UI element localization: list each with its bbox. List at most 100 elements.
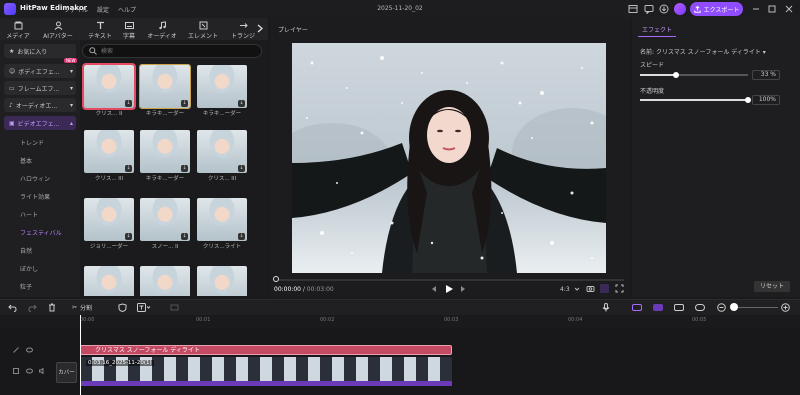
speed-slider-handle[interactable] (672, 72, 679, 78)
ruler-tick: 00:01 (196, 317, 211, 323)
effect-thumbnail[interactable] (197, 266, 247, 296)
microphone-icon[interactable] (602, 303, 610, 312)
download-icon[interactable]: ↓ (181, 233, 188, 240)
next-frame-icon[interactable] (459, 285, 467, 293)
menu-file[interactable]: ファイル (64, 5, 88, 14)
zoom-slider-handle[interactable] (730, 303, 738, 311)
zoom-out-icon[interactable] (717, 303, 726, 312)
effect-thumbnail[interactable] (140, 266, 190, 296)
fullscreen-icon[interactable] (615, 284, 624, 293)
tab-media[interactable]: メディア (2, 18, 34, 40)
download-icon[interactable]: ↓ (238, 233, 245, 240)
effect-thumbnail[interactable]: ↓ キラキ...ーダー (140, 130, 190, 182)
download-icon[interactable]: ↓ (238, 165, 245, 172)
ratio-chevron-icon[interactable] (574, 286, 580, 292)
effect-label: スノー... II (151, 244, 179, 250)
menu-settings[interactable]: 設定 (97, 5, 109, 14)
zoom-slider[interactable] (738, 307, 778, 308)
minimize-icon[interactable] (751, 4, 761, 14)
effect-thumbnail[interactable]: ↓ クリス... III (84, 130, 134, 182)
category-body-effect[interactable]: ☺ ボディエフェ... ▾ (4, 64, 76, 78)
user-avatar[interactable] (674, 3, 686, 15)
reset-button[interactable]: リセット (754, 281, 790, 292)
download-icon[interactable]: ↓ (125, 233, 132, 240)
tab-media-label: メディア (6, 33, 30, 40)
playback-progress[interactable] (274, 279, 624, 281)
export-button[interactable]: エクスポート (690, 2, 743, 16)
tab-transition[interactable]: トランジ (226, 18, 260, 40)
tab-element[interactable]: エレメント (184, 18, 222, 40)
mute-icon[interactable] (39, 368, 45, 374)
cover-button[interactable]: カバー (56, 362, 77, 383)
text-template-icon[interactable] (137, 303, 151, 312)
subcategory-particle[interactable]: 粒子 (20, 282, 32, 291)
subcategory-heart[interactable]: ハート (20, 210, 38, 219)
undo-icon[interactable] (8, 304, 17, 312)
category-video-effect[interactable]: ▣ ビデオエフェ... ▴ (4, 116, 76, 130)
eye-icon[interactable] (26, 368, 33, 374)
video-preview[interactable] (292, 43, 606, 273)
timeline-playhead[interactable] (80, 315, 81, 395)
snap-toggle[interactable] (632, 304, 642, 311)
redo-icon[interactable] (28, 304, 37, 312)
eye-icon[interactable] (26, 347, 33, 353)
maximize-icon[interactable] (767, 4, 777, 14)
effect-thumbnail[interactable]: ↓ クリス...ライト (197, 198, 247, 250)
split-button[interactable]: ✂ 分割 (72, 303, 92, 312)
effect-thumbnail[interactable]: ↓ クリス... II (82, 63, 136, 117)
effect-thumbnail[interactable]: ↓ ジョリ...ーダー (84, 198, 134, 250)
close-icon[interactable] (784, 4, 794, 14)
delete-icon[interactable] (48, 303, 56, 312)
playback-handle[interactable] (273, 276, 279, 282)
download-icon[interactable]: ↓ (181, 165, 188, 172)
crop-icon[interactable] (170, 303, 179, 312)
snapshot-icon[interactable] (586, 284, 595, 293)
subcategory-halloween[interactable]: ハロウィン (20, 174, 50, 183)
effect-thumbnail[interactable]: ↓ スノー... II (140, 198, 190, 250)
link-toggle[interactable] (653, 304, 663, 311)
tab-audio[interactable]: オーディオ (144, 18, 180, 40)
magnet-toggle[interactable] (674, 304, 684, 311)
opacity-slider-handle[interactable] (745, 97, 751, 103)
speed-slider[interactable] (640, 72, 748, 78)
opacity-slider[interactable] (640, 97, 751, 103)
previous-frame-icon[interactable] (430, 285, 438, 293)
layout-icon[interactable] (628, 4, 638, 14)
tab-subtitle[interactable]: 字幕 (114, 18, 144, 40)
effect-thumbnail[interactable]: ↓ キラキ...ーダー (197, 65, 247, 117)
category-favorites[interactable]: ★ お気に入り (4, 44, 76, 58)
subcategory-trend[interactable]: トレンド (20, 138, 44, 147)
download-icon[interactable]: ↓ (181, 100, 188, 107)
category-frame-effect[interactable]: ▭ フレームエフ... ▾ (4, 81, 76, 95)
subcategory-nature[interactable]: 自然 (20, 246, 32, 255)
feedback-icon[interactable] (644, 4, 654, 14)
aspect-ratio[interactable]: 4:3 (560, 286, 570, 293)
subcategory-blur[interactable]: ぼかし (20, 264, 38, 273)
effect-thumbnail[interactable] (84, 266, 134, 296)
download-icon[interactable]: ↓ (125, 100, 132, 107)
speed-value[interactable]: 33 % (752, 70, 780, 80)
grid-icon[interactable] (600, 284, 609, 293)
tab-ai-avatar[interactable]: AIアバター (38, 18, 78, 40)
download-icon[interactable] (659, 4, 669, 14)
subcategory-light[interactable]: ライト効果 (20, 192, 50, 201)
effect-thumbnail[interactable]: ↓ キラキ...ーダー (139, 64, 191, 117)
menu-help[interactable]: ヘルプ (118, 5, 136, 14)
tab-effect[interactable]: エフェクト (638, 24, 677, 37)
timeline-ruler[interactable]: 00:00 00:01 00:02 00:03 00:04 00:05 (78, 315, 800, 329)
scroll-right-icon[interactable] (257, 24, 263, 33)
shield-icon[interactable] (118, 303, 127, 312)
tab-text[interactable]: テキスト (84, 18, 116, 40)
effect-thumbnail[interactable]: ↓ クリス... III (197, 130, 247, 182)
search-input[interactable] (82, 44, 262, 58)
zoom-in-icon[interactable] (781, 303, 790, 312)
preview-toggle[interactable] (695, 304, 705, 311)
download-icon[interactable]: ↓ (125, 165, 132, 172)
effect-clip[interactable]: クリスマス スノーフォール ディライト (80, 345, 452, 355)
play-icon[interactable] (445, 284, 454, 294)
opacity-value[interactable]: 100% (752, 95, 780, 105)
download-icon[interactable]: ↓ (238, 100, 245, 107)
category-audio-effect[interactable]: ♪ オーディオエ... ▾ (4, 98, 76, 112)
subcategory-festival[interactable]: フェスティバル (20, 228, 62, 237)
subcategory-basic[interactable]: 基本 (20, 156, 32, 165)
